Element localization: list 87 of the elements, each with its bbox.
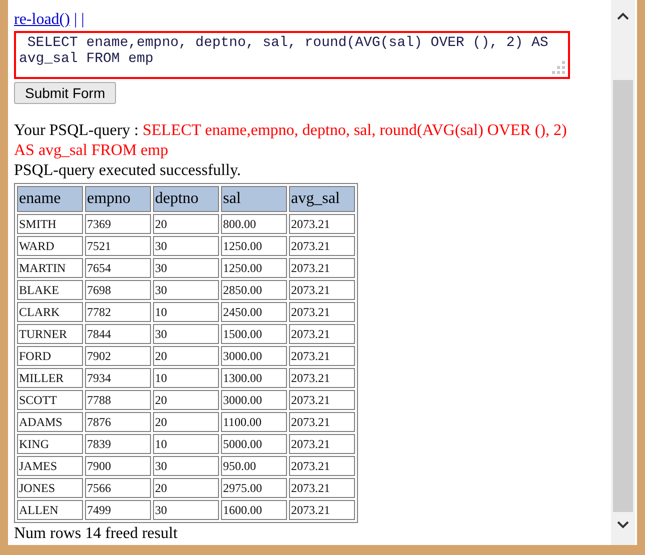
table-cell: 800.00 (221, 214, 287, 234)
table-cell: 1600.00 (221, 500, 287, 520)
column-header: ename (17, 186, 83, 212)
row-count-text: Num rows 14 freed result (14, 524, 179, 544)
table-cell: SMITH (17, 214, 83, 234)
table-cell: 7900 (85, 456, 151, 476)
table-cell: 10 (153, 434, 219, 454)
table-cell: 2073.21 (289, 500, 355, 520)
column-header: sal (221, 186, 287, 212)
table-cell: 2073.21 (289, 324, 355, 344)
table-cell: 2975.00 (221, 478, 287, 498)
table-cell: 2073.21 (289, 368, 355, 388)
query-result-text: Your PSQL-query : SELECT ename,empno, deptno, sal, round(AVG(sal) OVER (), 2) AS avg_sal FROM emp (14, 121, 568, 161)
table-cell: 7902 (85, 346, 151, 366)
table-cell: 2073.21 (289, 302, 355, 322)
table-cell: ADAMS (17, 412, 83, 432)
separator-text: | | (74, 10, 84, 30)
table-cell: 2073.21 (289, 280, 355, 300)
table-cell: FORD (17, 346, 83, 366)
scroll-thumb[interactable] (613, 80, 633, 512)
query-field[interactable]: SELECT ename,empno, deptno, sal, round(AVG(sal) OVER (), 2) AS avg_sal FROM emp (14, 31, 570, 79)
table-cell: 20 (153, 346, 219, 366)
table-cell: 20 (153, 478, 219, 498)
scrollbar[interactable] (611, 0, 635, 545)
table-cell: 1100.00 (221, 412, 287, 432)
reload-link[interactable]: re-load() (14, 10, 70, 30)
table-cell: JONES (17, 478, 83, 498)
table-cell: 1300.00 (221, 368, 287, 388)
table-cell: 3000.00 (221, 390, 287, 410)
table-cell: SCOTT (17, 390, 83, 410)
resize-grip-icon[interactable] (552, 61, 566, 75)
table-cell: 2073.21 (289, 478, 355, 498)
submit-button[interactable]: Submit Form (14, 82, 116, 104)
table-cell: 1250.00 (221, 236, 287, 256)
table-cell: JAMES (17, 456, 83, 476)
table-cell: 2073.21 (289, 434, 355, 454)
table-cell: 950.00 (221, 456, 287, 476)
table-cell: 30 (153, 500, 219, 520)
table-cell: WARD (17, 236, 83, 256)
table-cell: 7839 (85, 434, 151, 454)
table-cell: 2073.21 (289, 214, 355, 234)
success-message: PSQL-query executed successfully. (14, 161, 242, 181)
table-cell: 7369 (85, 214, 151, 234)
table-cell: 30 (153, 456, 219, 476)
table-cell: 20 (153, 390, 219, 410)
table-cell: 7654 (85, 258, 151, 278)
table-cell: 30 (153, 236, 219, 256)
table-cell: 2073.21 (289, 456, 355, 476)
table-cell: TURNER (17, 324, 83, 344)
scroll-up-icon[interactable] (617, 12, 629, 20)
table-cell: 1500.00 (221, 324, 287, 344)
table-cell: 5000.00 (221, 434, 287, 454)
table-cell: 3000.00 (221, 346, 287, 366)
table-cell: 7521 (85, 236, 151, 256)
table-cell: 30 (153, 258, 219, 278)
column-header: deptno (153, 186, 219, 212)
table-cell: 7698 (85, 280, 151, 300)
table-cell: CLARK (17, 302, 83, 322)
table-cell: MARTIN (17, 258, 83, 278)
scroll-down-icon[interactable] (617, 521, 629, 529)
table-cell: 7782 (85, 302, 151, 322)
table-cell: 1250.00 (221, 258, 287, 278)
table-cell: 7934 (85, 368, 151, 388)
table-cell: 2073.21 (289, 236, 355, 256)
table-cell: 20 (153, 412, 219, 432)
table-cell: 2450.00 (221, 302, 287, 322)
table-cell: 10 (153, 302, 219, 322)
table-cell: 20 (153, 214, 219, 234)
table-cell: 7499 (85, 500, 151, 520)
table-cell: 2073.21 (289, 390, 355, 410)
table-cell: 10 (153, 368, 219, 388)
table-cell: MILLER (17, 368, 83, 388)
table-cell: 2850.00 (221, 280, 287, 300)
table-cell: 2073.21 (289, 258, 355, 278)
table-cell: 30 (153, 280, 219, 300)
table-cell: 7788 (85, 390, 151, 410)
table-cell: 2073.21 (289, 346, 355, 366)
table-cell: KING (17, 434, 83, 454)
table-cell: 7844 (85, 324, 151, 344)
column-header: empno (85, 186, 151, 212)
table-cell: 2073.21 (289, 412, 355, 432)
table-cell: 7876 (85, 412, 151, 432)
table-cell: 30 (153, 324, 219, 344)
column-header: avg_sal (289, 186, 355, 212)
table-cell: ALLEN (17, 500, 83, 520)
table-cell: 7566 (85, 478, 151, 498)
table-cell: BLAKE (17, 280, 83, 300)
